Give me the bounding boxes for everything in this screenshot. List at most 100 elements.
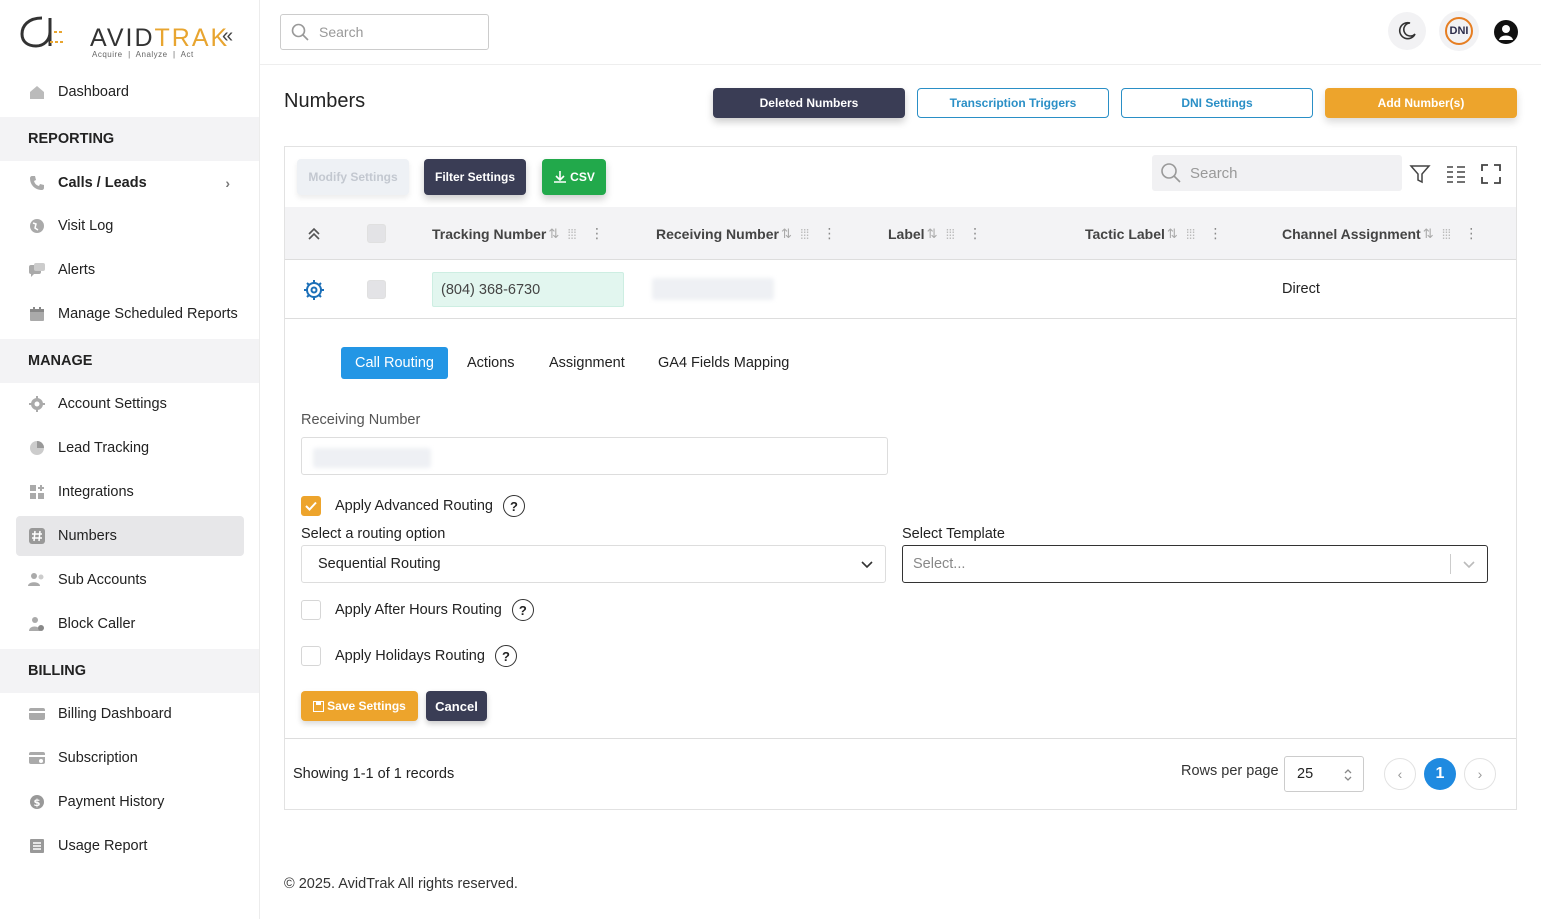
after-hours-label: Apply After Hours Routing [335,602,502,618]
sidebar-item-label: Dashboard [58,84,129,100]
sidebar-item-account-settings[interactable]: Account Settings [16,384,244,424]
sort-icon[interactable]: ⇅ [781,226,792,242]
add-numbers-button[interactable]: Add Number(s) [1325,88,1517,118]
column-menu-icon[interactable]: ⋮ [968,225,982,242]
receiving-number-value-redacted [313,448,431,468]
tracking-number-cell[interactable]: (804) 368-6730 [432,272,624,307]
sidebar-item-visit-log[interactable]: Visit Log [16,206,244,246]
chat-bubbles-icon [28,261,46,279]
dni-button[interactable]: DNI [1439,11,1479,51]
sort-icon[interactable]: ⇅ [927,226,938,242]
row-settings-gear-icon[interactable] [303,279,325,301]
help-icon[interactable]: ? [503,495,525,517]
holidays-checkbox[interactable] [301,646,321,666]
filter-settings-button[interactable]: Filter Settings [424,159,526,195]
column-menu-icon[interactable]: ⋮ [590,225,604,242]
column-tracking-number[interactable]: Tracking Number ⇅ ⁞⁞⁞ ⋮ [432,207,604,260]
sidebar-item-calls-leads[interactable]: Calls / Leads › [16,163,244,203]
sidebar-item-dashboard[interactable]: Dashboard [16,72,244,112]
sort-icon[interactable]: ⇅ [1167,226,1178,242]
column-label: Tactic Label [1085,225,1165,242]
cancel-button[interactable]: Cancel [426,691,487,721]
sort-icon[interactable]: ⇅ [548,226,559,242]
advanced-routing-checkbox[interactable] [301,496,321,516]
sidebar-item-numbers[interactable]: Numbers [16,516,244,556]
rows-per-page-select[interactable]: 25 [1284,756,1364,792]
globe-icon [28,217,46,235]
sidebar-item-label: Visit Log [58,218,114,234]
dni-settings-button[interactable]: DNI Settings [1121,88,1313,118]
column-menu-icon[interactable]: ⋮ [1208,225,1222,242]
report-icon [28,837,46,855]
drag-handle-icon[interactable]: ⁞⁞⁞ [1186,226,1196,242]
sidebar-item-alerts[interactable]: Alerts [16,250,244,290]
sidebar-item-subscription[interactable]: Subscription [16,738,244,778]
dark-mode-toggle[interactable] [1388,12,1426,50]
template-select[interactable]: Select... [902,545,1488,583]
page-1-button[interactable]: 1 [1424,758,1456,790]
sidebar-item-payment-history[interactable]: $ Payment History [16,782,244,822]
rows-per-page-value: 25 [1297,766,1314,782]
row-checkbox[interactable] [367,280,386,299]
brand-name: AVIDTRAK [90,24,229,53]
sidebar-item-block-caller[interactable]: Block Caller [16,604,244,644]
modify-settings-button[interactable]: Modify Settings [297,159,409,195]
column-menu-icon[interactable]: ⋮ [1464,225,1478,242]
sidebar-item-sub-accounts[interactable]: Sub Accounts [16,560,244,600]
sidebar-item-billing-dashboard[interactable]: Billing Dashboard [16,694,244,734]
previous-page-button[interactable]: ‹ [1384,758,1416,790]
column-label-header[interactable]: Label ⇅ ⁞⁞⁞ ⋮ [888,207,982,260]
top-bar: Search DNI [260,0,1541,65]
sidebar-item-lead-tracking[interactable]: Lead Tracking [16,428,244,468]
table-search-placeholder: Search [1190,164,1238,182]
chevron-down-icon [861,561,873,569]
fullscreen-icon[interactable] [1480,163,1502,185]
sidebar-item-usage-report[interactable]: Usage Report [16,826,244,866]
top-search-placeholder: Search [319,24,364,40]
routing-option-value: Sequential Routing [318,556,441,572]
brand-logo[interactable]: AVIDTRAK Acquire | Analyze | Act [20,12,250,60]
column-receiving-number[interactable]: Receiving Number ⇅ ⁞⁞⁞ ⋮ [656,207,837,260]
tab-assignment[interactable]: Assignment [549,347,625,379]
collapse-all-icon[interactable] [305,207,323,260]
drag-handle-icon[interactable]: ⁞⁞⁞ [800,226,810,242]
column-menu-icon[interactable]: ⋮ [823,225,837,242]
select-divider [1450,554,1451,574]
moon-icon [1399,21,1416,40]
credit-card-icon [28,705,46,723]
next-page-button[interactable]: › [1464,758,1496,790]
filter-icon[interactable] [1409,163,1431,185]
deleted-numbers-button[interactable]: Deleted Numbers [713,88,905,118]
sort-icon[interactable]: ⇅ [1423,226,1434,242]
gear-icon [28,395,46,413]
tab-call-routing[interactable]: Call Routing [341,347,448,379]
csv-export-button[interactable]: CSV [542,159,606,195]
card-sync-icon [28,749,46,767]
tab-ga4-fields-mapping[interactable]: GA4 Fields Mapping [658,347,789,379]
collapse-sidebar-icon[interactable]: « [222,26,242,46]
sidebar-item-integrations[interactable]: Integrations [16,472,244,512]
help-icon[interactable]: ? [511,599,534,621]
column-tactic-label[interactable]: Tactic Label ⇅ ⁞⁞⁞ ⋮ [1085,207,1222,260]
table-search-input[interactable]: Search [1152,155,1402,191]
drag-handle-icon[interactable]: ⁞⁞⁞ [567,226,577,242]
tab-actions[interactable]: Actions [467,347,515,379]
after-hours-checkbox[interactable] [301,600,321,620]
sidebar-item-label: Integrations [58,484,134,500]
select-all-checkbox[interactable] [367,207,386,260]
column-label: Channel Assignment [1282,225,1421,242]
drag-handle-icon[interactable]: ⁞⁞⁞ [945,226,955,242]
sidebar-item-scheduled-reports[interactable]: Manage Scheduled Reports [16,294,244,334]
top-search-input[interactable]: Search [280,14,489,50]
receiving-number-input[interactable] [301,437,888,475]
save-settings-button[interactable]: Save Settings [301,691,418,721]
help-icon[interactable]: ? [494,645,517,667]
page-title: Numbers [284,90,366,112]
drag-handle-icon[interactable]: ⁞⁞⁞ [1442,226,1452,242]
user-account-icon[interactable] [1493,19,1519,45]
column-channel-assignment[interactable]: Channel Assignment ⇅ ⁞⁞⁞ ⋮ [1282,207,1478,260]
columns-icon[interactable] [1445,163,1467,185]
grid-plus-icon [28,483,46,501]
routing-option-select[interactable]: Sequential Routing [301,545,886,583]
transcription-triggers-button[interactable]: Transcription Triggers [917,88,1109,118]
